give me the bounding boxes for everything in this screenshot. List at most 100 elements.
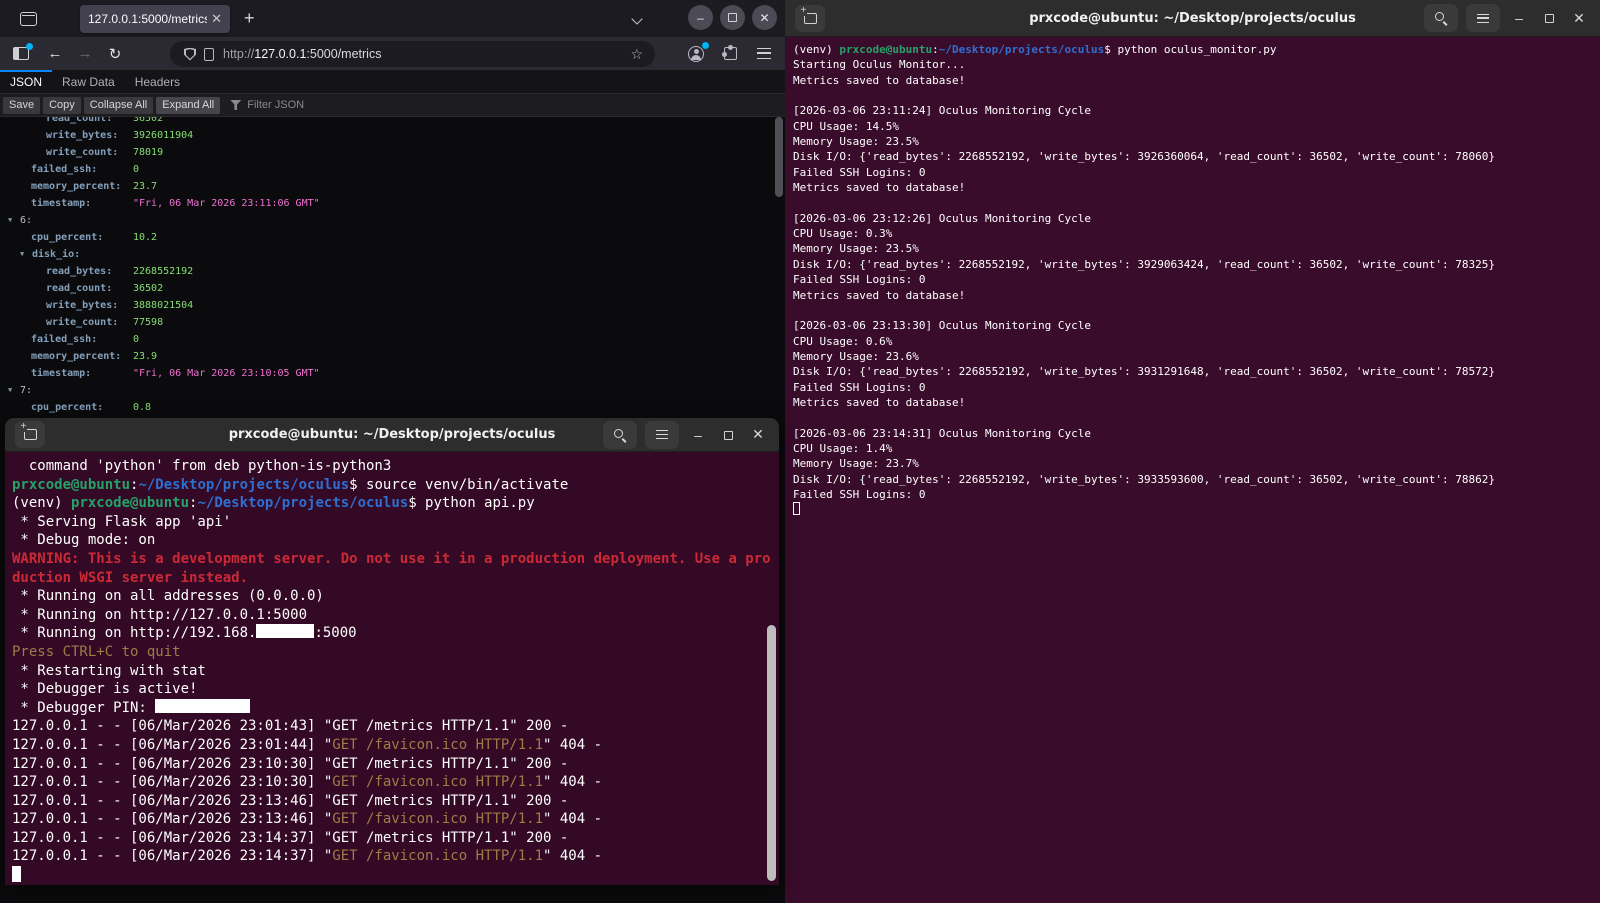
json-row: timestamp: "Fri, 06 Mar 2026 23:11:06 GMT…	[0, 195, 785, 212]
redacted-text	[155, 699, 250, 713]
twisty-collapse-icon[interactable]: ▼	[8, 382, 20, 399]
app-menu-button[interactable]	[749, 41, 779, 67]
terminal-text: GET /favicon.ico HTTP/1.1	[332, 848, 543, 864]
sidebar-toggle-button[interactable]	[6, 41, 36, 67]
terminal-text: * Serving Flask app 'api'	[12, 514, 231, 530]
terminal-window-controls: – ✕	[1424, 4, 1590, 32]
json-row: memory_percent:23.7	[0, 178, 785, 195]
bookmark-star-icon[interactable]: ☆	[630, 46, 643, 63]
terminal-text: 127.0.0.1 - - [06/Mar/2026 23:01:43] "GE…	[12, 718, 568, 734]
expand-all-button[interactable]: Expand All	[156, 97, 220, 114]
terminal-menu-button[interactable]	[645, 421, 679, 449]
terminal-text: * Debug mode: on	[12, 532, 155, 548]
tab-json[interactable]: JSON	[0, 70, 52, 93]
terminal-maximize-button[interactable]	[717, 427, 739, 443]
json-key: memory_percent:	[31, 351, 121, 362]
json-value: 77598	[133, 314, 163, 331]
json-key: write_count:	[46, 317, 118, 328]
json-row: timestamp:"Fri, 06 Mar 2026 23:10:05 GMT…	[0, 365, 785, 382]
terminal-menu-button[interactable]	[1466, 4, 1500, 32]
search-icon	[1434, 11, 1448, 25]
terminal-close-button[interactable]: ✕	[747, 426, 769, 443]
twisty-collapse-icon[interactable]: ▼	[8, 212, 20, 229]
twisty-collapse-icon[interactable]: ▼	[20, 246, 32, 263]
terminal-text: :	[932, 43, 939, 56]
terminal-new-tab-button[interactable]	[795, 5, 825, 32]
json-key: timestamp:	[31, 198, 91, 209]
terminal-minimize-button[interactable]: –	[1508, 10, 1530, 26]
tab-headers[interactable]: Headers	[125, 70, 190, 93]
terminal-text: Failed SSH Logins: 0	[793, 273, 925, 286]
json-value: "Fri, 06 Mar 2026 23:11:06 GMT"	[133, 195, 320, 212]
account-icon	[688, 46, 704, 62]
json-value: 23.9	[133, 348, 157, 365]
terminal-text: Failed SSH Logins: 0	[793, 488, 925, 501]
tab-close-icon[interactable]: ✕	[211, 11, 222, 27]
terminal-text: :5000	[314, 625, 356, 641]
json-value: 3888021504	[133, 297, 193, 314]
terminal-line: Metrics saved to database!	[793, 395, 1600, 410]
terminal-maximize-button[interactable]	[1538, 10, 1560, 26]
json-rows: read_count:36502write_bytes:3926011904wr…	[0, 117, 785, 416]
json-row: write_count:78019	[0, 144, 785, 161]
url-text[interactable]: http://127.0.0.1:5000/metrics	[223, 47, 630, 61]
terminal-text: 127.0.0.1 - - [06/Mar/2026 23:10:30] "GE…	[12, 756, 568, 772]
json-key: timestamp:	[31, 368, 91, 379]
terminal-text: [2026-03-06 23:14:31] Oculus Monitoring …	[793, 427, 1091, 440]
terminal-text: Failed SSH Logins: 0	[793, 381, 925, 394]
filter-json-input[interactable]	[247, 99, 447, 111]
terminal-line: (venv) prxcode@ubuntu:~/Desktop/projects…	[12, 494, 779, 513]
firefox-view-button[interactable]	[12, 6, 44, 32]
extensions-button[interactable]	[715, 41, 745, 67]
back-button[interactable]: ←	[40, 41, 70, 67]
json-row: write_bytes:3888021504	[0, 297, 785, 314]
terminal-text: GET /favicon.ico HTTP/1.1	[332, 737, 543, 753]
reload-button[interactable]: ↻	[100, 41, 130, 67]
terminal-text: ~/Desktop/projects/oculus	[939, 43, 1105, 56]
terminal-window-flask: prxcode@ubuntu: ~/Desktop/projects/oculu…	[5, 418, 779, 885]
terminal-text: * Debugger is active!	[12, 681, 197, 697]
terminal-text: * Running on http://192.168.	[12, 625, 256, 641]
terminal-line: command 'python' from deb python-is-pyth…	[12, 457, 779, 476]
page-icon[interactable]	[204, 48, 214, 61]
terminal-window-monitor: prxcode@ubuntu: ~/Desktop/projects/oculu…	[785, 0, 1600, 903]
maximize-icon	[724, 431, 733, 440]
browser-maximize-button[interactable]	[720, 5, 745, 30]
terminal-close-button[interactable]: ✕	[1568, 10, 1590, 27]
terminal-minimize-button[interactable]: –	[687, 427, 709, 443]
search-icon	[613, 428, 627, 442]
terminal-line: * Debug mode: on	[12, 531, 779, 550]
url-bar[interactable]: http://127.0.0.1:5000/metrics ☆	[170, 41, 655, 67]
json-key: write_bytes:	[46, 130, 118, 141]
terminal-line: * Running on http://192.168. :5000	[12, 624, 779, 643]
terminal-search-button[interactable]	[1424, 4, 1458, 32]
terminal-line: 127.0.0.1 - - [06/Mar/2026 23:13:46] "GE…	[12, 792, 779, 811]
forward-button[interactable]: →	[70, 41, 100, 67]
terminal-text: Metrics saved to database!	[793, 396, 965, 409]
terminal-search-button[interactable]	[603, 421, 637, 449]
terminal-text: ~/Desktop/projects/oculus	[197, 495, 408, 511]
terminal-line: [2026-03-06 23:12:26] Oculus Monitoring …	[793, 211, 1600, 226]
browser-minimize-button[interactable]: –	[688, 5, 713, 30]
json-row: failed_ssh:0	[0, 331, 785, 348]
tab-raw-data[interactable]: Raw Data	[52, 70, 125, 93]
terminal-text: [2026-03-06 23:12:26] Oculus Monitoring …	[793, 212, 1091, 225]
browser-scrollbar-thumb[interactable]	[775, 117, 783, 197]
terminal-output[interactable]: (venv) prxcode@ubuntu:~/Desktop/projects…	[785, 37, 1600, 903]
browser-tab[interactable]: 127.0.0.1:5000/metrics ✕	[80, 5, 230, 33]
collapse-all-button[interactable]: Collapse All	[84, 97, 153, 114]
copy-button[interactable]: Copy	[43, 97, 81, 114]
shield-icon[interactable]	[184, 48, 196, 61]
terminal-line: * Debugger is active!	[12, 680, 779, 699]
browser-close-button[interactable]: ✕	[752, 5, 777, 30]
new-tab-button[interactable]: +	[244, 8, 255, 29]
account-button[interactable]	[681, 41, 711, 67]
terminal-new-tab-button[interactable]	[15, 421, 45, 448]
terminal-scrollbar-thumb[interactable]	[767, 625, 776, 881]
terminal-text: 127.0.0.1 - - [06/Mar/2026 23:01:44] "	[12, 737, 332, 753]
terminal-text: [2026-03-06 23:11:24] Oculus Monitoring …	[793, 104, 1091, 117]
terminal-output[interactable]: command 'python' from deb python-is-pyth…	[5, 452, 779, 885]
save-button[interactable]: Save	[3, 97, 40, 114]
url-path: :5000/metrics	[306, 47, 381, 61]
list-all-tabs-chevron-icon[interactable]	[631, 13, 642, 24]
